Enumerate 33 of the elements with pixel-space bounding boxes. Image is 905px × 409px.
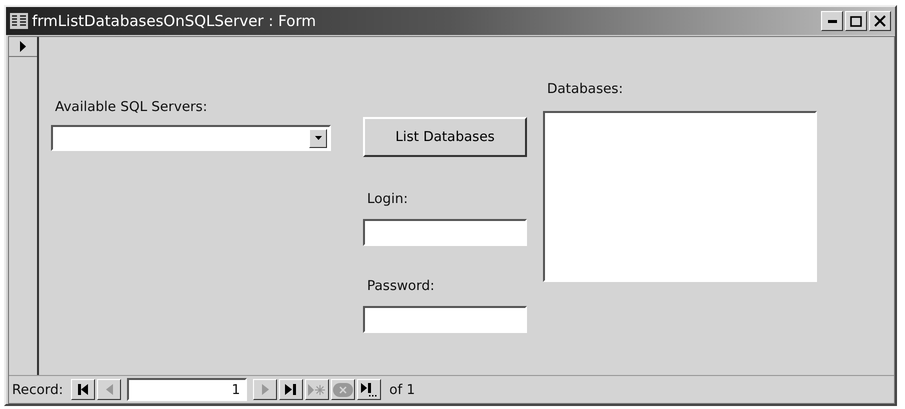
password-input[interactable] bbox=[363, 306, 527, 333]
record-number-field[interactable]: 1 bbox=[127, 378, 248, 401]
record-selector[interactable] bbox=[9, 37, 39, 375]
next-record-icon bbox=[262, 384, 269, 395]
new-record-icon bbox=[308, 384, 326, 396]
first-record-icon bbox=[77, 384, 90, 395]
caret-icon bbox=[314, 136, 322, 140]
dropdown-button[interactable] bbox=[309, 128, 327, 148]
form-icon bbox=[10, 13, 28, 29]
maximize-button[interactable] bbox=[845, 11, 867, 31]
delete-record-icon bbox=[333, 382, 354, 396]
last-record-icon bbox=[285, 384, 298, 395]
field-label: Databases: bbox=[547, 81, 624, 97]
field-label: Available SQL Servers: bbox=[55, 99, 208, 115]
last-record-button[interactable] bbox=[279, 379, 304, 400]
record-label: Record: bbox=[12, 382, 64, 398]
previous-record-icon bbox=[106, 384, 113, 395]
list-databases-button[interactable]: List Databases bbox=[363, 117, 527, 157]
first-record-button[interactable] bbox=[71, 379, 96, 400]
more-record-button[interactable] bbox=[357, 379, 382, 400]
minimize-button[interactable] bbox=[821, 11, 843, 31]
window-title: frmListDatabasesOnSQLServer : Form bbox=[32, 12, 316, 30]
login-input[interactable] bbox=[363, 219, 527, 246]
close-button[interactable] bbox=[869, 11, 891, 31]
minimize-icon bbox=[828, 20, 836, 22]
field-label: Login: bbox=[367, 191, 409, 207]
servers-combo-box[interactable] bbox=[51, 125, 331, 151]
record-count: of 1 bbox=[389, 382, 416, 398]
current-record-icon bbox=[20, 41, 26, 52]
field-label: Password: bbox=[367, 278, 436, 294]
close-icon bbox=[874, 15, 886, 27]
maximize-icon bbox=[850, 16, 862, 26]
new-record-dots-icon bbox=[361, 382, 378, 396]
